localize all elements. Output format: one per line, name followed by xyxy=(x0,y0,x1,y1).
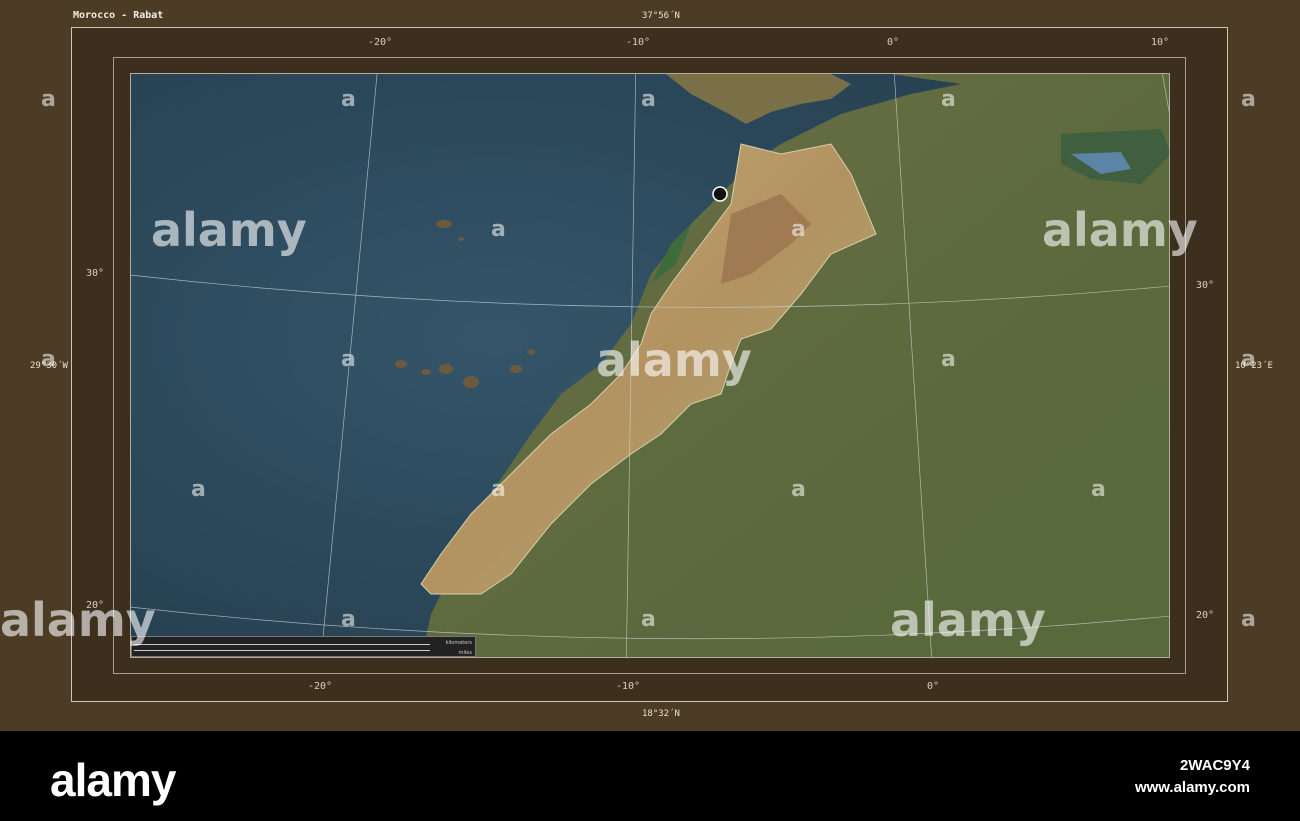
scale-unit-km: kilometers xyxy=(445,640,472,646)
footer-url: www.alamy.com xyxy=(1134,779,1250,796)
lon-tick-top: -20° xyxy=(368,37,393,48)
watermark-mark: a xyxy=(1241,87,1256,112)
south-bound-label: 18°32´N xyxy=(642,709,680,719)
scale-unit-mi: miles xyxy=(458,650,472,656)
lat-tick-left: 30° xyxy=(86,268,105,279)
lon-tick-top: 0° xyxy=(887,37,900,48)
watermark-mark: a xyxy=(1241,607,1256,632)
lat-tick-left: 20° xyxy=(86,600,105,611)
west-bound-label: 29°30´W xyxy=(30,361,68,371)
lon-tick-bottom: -20° xyxy=(308,681,333,692)
lon-tick-top: 10° xyxy=(1151,37,1170,48)
lat-tick-right: 30° xyxy=(1196,280,1215,291)
scale-bar-mi xyxy=(134,650,430,651)
map-title: Morocco - Rabat xyxy=(73,10,164,21)
capital-marker xyxy=(712,186,728,202)
footer-logo: alamy xyxy=(50,754,176,806)
scale-bar: kilometers miles xyxy=(131,636,476,657)
lon-tick-top: -10° xyxy=(626,37,651,48)
lon-tick-bottom: 0° xyxy=(927,681,940,692)
stock-footer: alamy 2WAC9Y4 www.alamy.com xyxy=(0,731,1300,821)
lon-tick-bottom: -10° xyxy=(616,681,641,692)
map-canvas xyxy=(131,74,1169,657)
north-bound-label: 37°56´N xyxy=(642,11,680,21)
relief-map xyxy=(130,73,1170,658)
watermark-mark: a xyxy=(41,87,56,112)
image-id: 2WAC9Y4 xyxy=(1179,757,1250,774)
east-bound-label: 10°23´E xyxy=(1235,361,1273,371)
map-frame: Morocco - Rabat 37°56´N 18°32´N 29°30´W … xyxy=(0,0,1300,731)
scale-bar-km xyxy=(134,644,430,645)
stock-image: Morocco - Rabat 37°56´N 18°32´N 29°30´W … xyxy=(0,0,1300,821)
lat-tick-right: 20° xyxy=(1196,610,1215,621)
